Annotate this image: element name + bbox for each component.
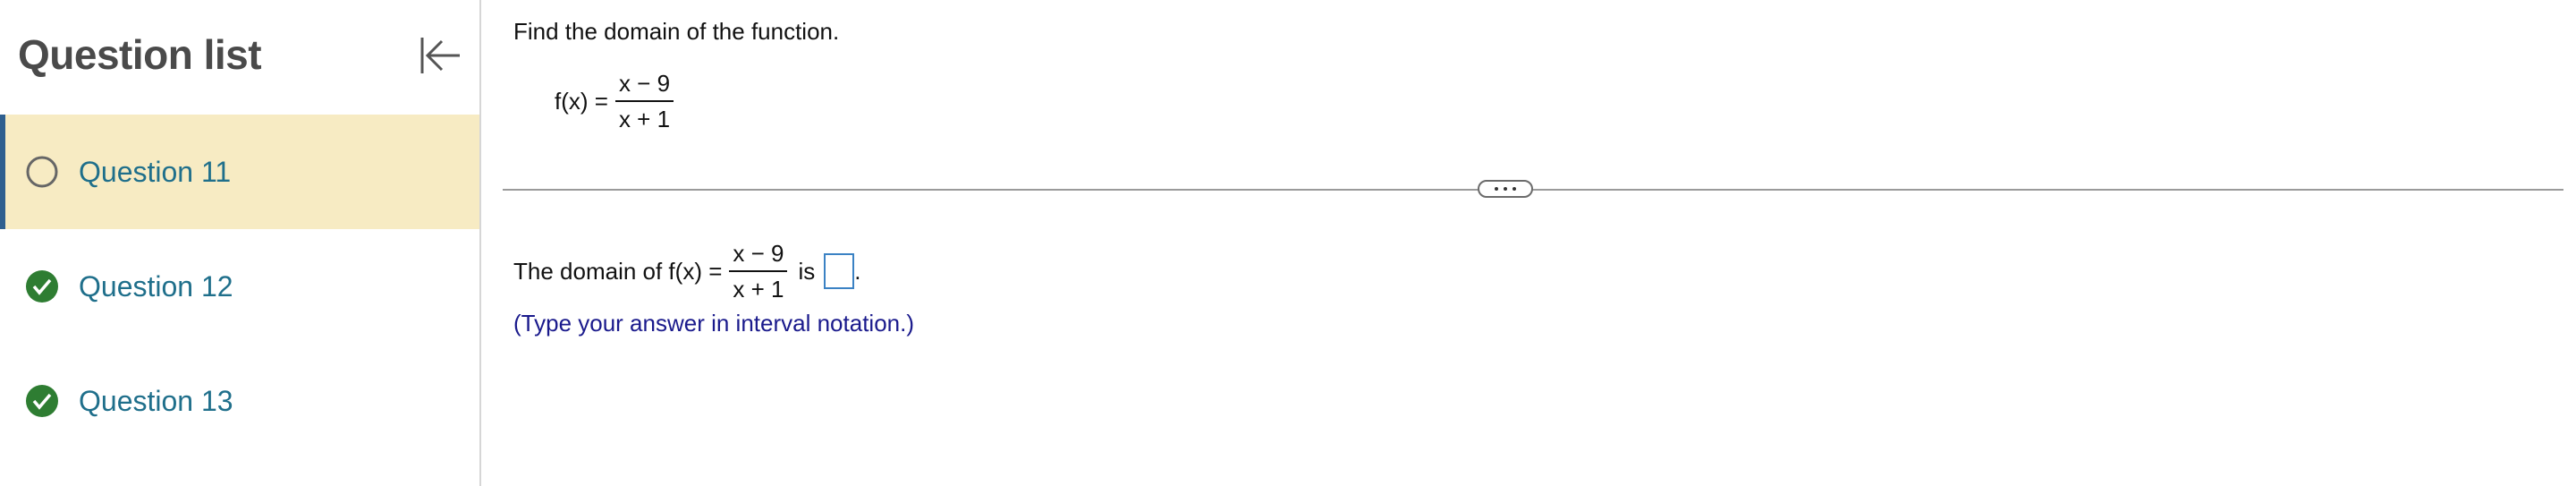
question-prompt: Find the domain of the function. [513, 18, 840, 45]
answer-hint: (Type your answer in interval notation.) [513, 310, 914, 337]
answer-fraction: x − 9 x + 1 [729, 240, 788, 303]
more-dots-icon [1513, 187, 1516, 191]
question-item-11[interactable]: Question 11 [0, 115, 479, 229]
expand-handle-button[interactable] [1478, 180, 1533, 198]
question-item-label: Question 11 [79, 156, 232, 188]
question-item-12[interactable]: Question 12 [0, 229, 479, 344]
fraction-denominator: x + 1 [733, 276, 784, 303]
answer-prefix: The domain of f(x) = [513, 257, 723, 285]
function-fraction: x − 9 x + 1 [614, 70, 674, 132]
circle-outline-icon [26, 156, 58, 188]
fraction-numerator: x − 9 [614, 70, 674, 102]
active-accent-bar [0, 115, 5, 229]
answer-input[interactable] [824, 253, 855, 289]
check-circle-icon [26, 385, 58, 417]
collapse-sidebar-button[interactable] [415, 32, 465, 79]
question-item-label: Question 13 [79, 385, 233, 417]
function-lhs: f(x) = [555, 87, 608, 115]
more-dots-icon [1504, 187, 1507, 191]
question-item-label: Question 12 [79, 270, 233, 303]
sidebar-title: Question list [18, 31, 262, 78]
app: Question list Question 11 Question 12 Qu… [0, 0, 2576, 486]
answer-statement: The domain of f(x) = x − 9 x + 1 is . [513, 240, 861, 303]
answer-suffix: . [854, 257, 861, 285]
question-panel: Find the domain of the function. f(x) = … [481, 0, 2576, 486]
question-list-sidebar: Question list Question 11 Question 12 Qu… [0, 0, 481, 486]
collapse-left-icon [420, 38, 460, 73]
question-item-13[interactable]: Question 13 [0, 344, 479, 458]
fraction-denominator: x + 1 [618, 106, 671, 132]
sidebar-header: Question list [0, 0, 479, 113]
check-circle-icon [26, 270, 58, 303]
section-divider [503, 189, 2563, 191]
function-definition: f(x) = x − 9 x + 1 [555, 70, 674, 132]
more-dots-icon [1495, 187, 1498, 191]
answer-mid: is [798, 257, 816, 285]
fraction-numerator: x − 9 [729, 240, 788, 272]
